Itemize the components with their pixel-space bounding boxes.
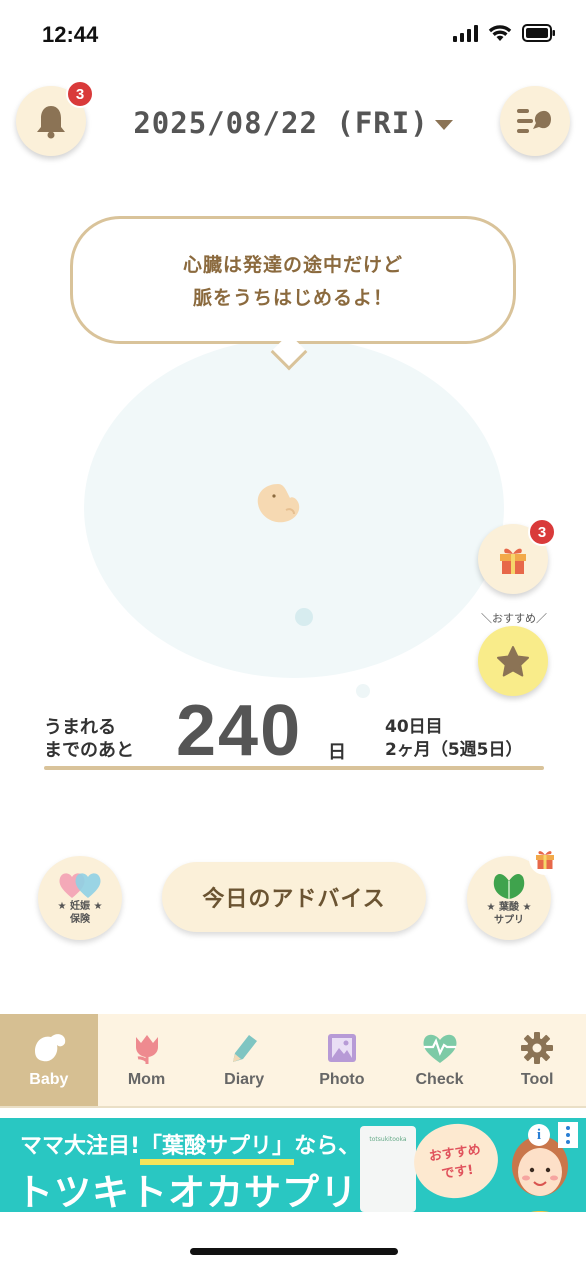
tulip-icon xyxy=(135,1035,158,1064)
tab-check-label: Check xyxy=(415,1071,464,1088)
gift-button[interactable]: 3 xyxy=(478,518,556,594)
tab-check[interactable]: Check xyxy=(391,1014,489,1106)
photo-icon xyxy=(327,1034,356,1062)
tab-tool-label: Tool xyxy=(520,1071,554,1088)
chevron-down-icon xyxy=(434,120,453,130)
ad-banner[interactable]: ママ大注目!「葉酸サプリ」なら、 トツキトオカサプリ! totsukitooka… xyxy=(0,1118,586,1212)
message-line-2: 脈をうちはじめるよ！ xyxy=(192,287,393,309)
bottom-tab-bar: Baby Mom Diary Photo Check Tool xyxy=(0,1014,586,1108)
hearts-icon xyxy=(59,873,101,898)
recommend-label: ＼おすすめ／ xyxy=(481,612,547,625)
supplement-label-2: サプリ xyxy=(494,915,524,926)
countdown-unit: 日 xyxy=(328,742,346,763)
ad-more-icon[interactable] xyxy=(558,1122,578,1148)
baby-message-bubble: 心臓は発達の途中だけど 脈をうちはじめるよ！ xyxy=(70,216,516,344)
small-gift-icon xyxy=(529,843,561,875)
ad-headline: ママ大注目!「葉酸サプリ」なら、 xyxy=(20,1128,361,1165)
ad-bubble-line-2: です! xyxy=(440,1162,475,1183)
notification-count-badge: 3 xyxy=(66,80,94,108)
heartbeat-icon xyxy=(423,1034,456,1063)
pregnancy-progress: 40日目 2ヶ月（5週5日） xyxy=(385,716,523,762)
tab-photo-label: Photo xyxy=(319,1071,365,1088)
wifi-icon xyxy=(488,25,512,41)
countdown-prefix: うまれる までのあと xyxy=(44,716,134,762)
message-line-1: 心臓は発達の途中だけど xyxy=(182,254,403,276)
pregnancy-day: 40日目 xyxy=(385,717,443,737)
gear-icon xyxy=(521,1032,554,1064)
gift-icon xyxy=(500,548,526,574)
cellular-signal-icon xyxy=(453,24,478,42)
status-bar: 12:44 xyxy=(0,0,586,70)
tab-diary-label: Diary xyxy=(224,1071,265,1088)
home-indicator[interactable] xyxy=(190,1248,398,1255)
countdown-days: 240 xyxy=(176,691,303,771)
status-icons xyxy=(453,24,556,42)
fetus-illustration[interactable] xyxy=(250,480,306,528)
countdown-prefix-line-1: うまれる xyxy=(44,717,116,738)
bird-icon xyxy=(34,1034,66,1062)
supplement-label-1: ★ 葉酸 ★ xyxy=(486,902,532,913)
recommend-button[interactable] xyxy=(478,626,548,696)
menu-bird-icon xyxy=(517,109,551,133)
insurance-label-1: ★ 妊娠 ★ xyxy=(57,901,103,912)
countdown-divider xyxy=(44,766,544,770)
tab-diary[interactable]: Diary xyxy=(195,1014,293,1106)
pencil-icon xyxy=(233,1035,258,1062)
star-icon xyxy=(497,646,529,677)
ad-headline-highlight: 「葉酸サプリ」 xyxy=(140,1134,295,1165)
tab-mom[interactable]: Mom xyxy=(98,1014,196,1106)
tab-photo[interactable]: Photo xyxy=(293,1014,391,1106)
date-selector[interactable]: 2025/08/22 (FRI) xyxy=(0,106,586,140)
ad-headline-pre: ママ大注目! xyxy=(20,1134,141,1159)
gift-count-badge: 3 xyxy=(528,518,556,546)
ad-product-text: totsukitooka xyxy=(369,1136,407,1143)
date-text: 2025/08/22 (FRI) xyxy=(133,106,429,140)
ad-product-name: トツキトオカサプリ! xyxy=(16,1171,376,1212)
decorative-bubble xyxy=(295,608,313,626)
tab-tool[interactable]: Tool xyxy=(488,1014,586,1106)
countdown-prefix-line-2: までのあと xyxy=(44,740,134,761)
decorative-bubble xyxy=(356,684,370,698)
battery-icon xyxy=(522,24,555,42)
ad-info-icon[interactable]: i xyxy=(528,1124,550,1146)
pregnancy-week: 2ヶ月（5週5日） xyxy=(385,740,523,760)
tab-baby-label: Baby xyxy=(29,1071,69,1088)
ad-recommend-bubble: おすすめ です! xyxy=(409,1118,503,1204)
ad-headline-post: なら、 xyxy=(294,1134,361,1159)
status-time: 12:44 xyxy=(42,22,99,47)
today-advice-button[interactable]: 今日のアドバイス xyxy=(162,862,426,932)
menu-button[interactable] xyxy=(500,86,570,156)
ad-product-package: totsukitooka xyxy=(360,1126,416,1212)
insurance-button[interactable]: ★ 妊娠 ★ 保険 xyxy=(38,856,122,940)
insurance-label-2: 保険 xyxy=(70,914,90,925)
tab-mom-label: Mom xyxy=(127,1071,166,1088)
vegetable-icon xyxy=(493,874,525,899)
tab-baby[interactable]: Baby xyxy=(0,1014,98,1106)
